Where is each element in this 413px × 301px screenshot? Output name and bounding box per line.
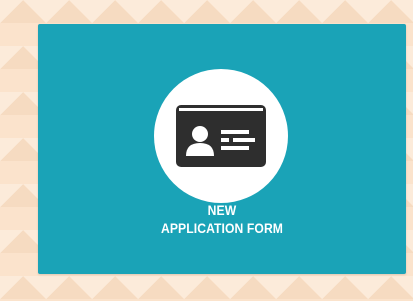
new-application-form-tile[interactable]: NEW APPLICATION FORM bbox=[38, 24, 406, 274]
icon-circle bbox=[154, 69, 288, 203]
id-card-icon bbox=[176, 105, 266, 167]
tile-label-line1: NEW bbox=[207, 203, 237, 218]
tile-label: NEW APPLICATION FORM bbox=[56, 202, 387, 238]
tile-label-line2: APPLICATION FORM bbox=[160, 221, 284, 236]
